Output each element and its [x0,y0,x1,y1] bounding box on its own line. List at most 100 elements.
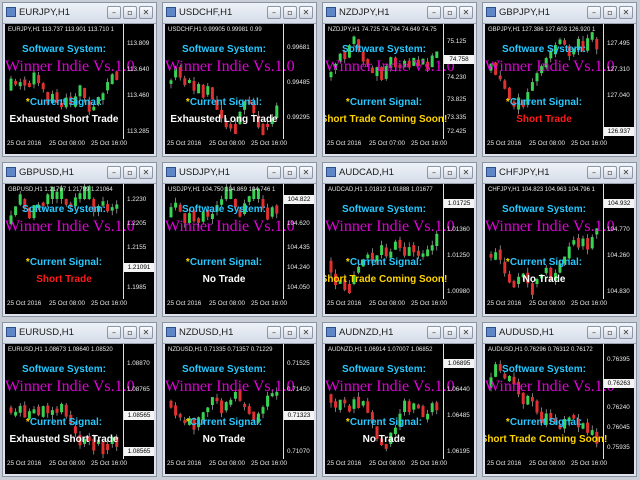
window-titlebar[interactable]: EURJPY,H1 – ▫ ✕ [3,3,156,24]
price-tick-label: 1.08765 [127,386,150,393]
restore-button[interactable]: ▫ [123,6,137,19]
restore-button[interactable]: ▫ [123,166,137,179]
minimize-button[interactable]: – [587,6,601,19]
restore-button[interactable]: ▫ [283,6,297,19]
window-titlebar[interactable]: AUDNZD,H1 – ▫ ✕ [323,323,476,344]
price-tick-label: 104.260 [607,252,630,259]
window-title: GBPJPY,H1 [499,7,551,18]
chart-window-usdjpy[interactable]: USDJPY,H1 – ▫ ✕ USDJPY,H1 104.750 104.869 10… [162,162,317,317]
current-price-tag: 104.932 [604,199,634,208]
time-label: 25 Oct 2016 [7,140,42,147]
minimize-button[interactable]: – [107,166,121,179]
price-chart[interactable]: GBPJPY,H1 127.386 127.603 126.920 1 Softw… [485,24,634,154]
price-chart[interactable]: GBPUSD,H1 1.21797 1.21799 1.21064 Softwar… [5,184,154,314]
price-chart[interactable]: EURUSD,H1 1.08673 1.08640 1.08520 Softwar… [5,344,154,474]
price-chart[interactable]: AUDNZD,H1 1.06914 1.07007 1.06852 Softwar… [325,344,474,474]
price-chart[interactable]: NZDUSD,H1 0.71335 0.71357 0.71229 Softwar… [165,344,314,474]
ohlc-info: GBPUSD,H1 1.21797 1.21799 1.21064 [8,187,113,193]
minimize-button[interactable]: – [427,6,441,19]
close-button[interactable]: ✕ [459,6,473,19]
window-titlebar[interactable]: USDCHF,H1 – ▫ ✕ [163,3,316,24]
price-tick-label: 1.08870 [127,360,150,367]
window-titlebar[interactable]: CHFJPY,H1 – ▫ ✕ [483,163,636,184]
chart-window-gbpusd[interactable]: GBPUSD,H1 – ▫ ✕ GBPUSD,H1 1.21797 1.21799 1.… [2,162,157,317]
close-button[interactable]: ✕ [139,166,153,179]
price-chart[interactable]: CHFJPY,H1 104.823 104.963 104.796 1 Softw… [485,184,634,314]
candle-bullish [526,395,530,405]
current-signal-label: *Current Signal: [485,257,603,268]
window-titlebar[interactable]: AUDCAD,H1 – ▫ ✕ [323,163,476,184]
price-chart[interactable]: AUDUSD,H1 0.76296 0.76312 0.76172 Softwar… [485,344,634,474]
window-titlebar[interactable]: NZDUSD,H1 – ▫ ✕ [163,323,316,344]
software-system-label: Software System: [182,204,266,215]
time-label: 25 Oct 16:00 [411,460,448,467]
window-title: EURJPY,H1 [19,7,71,18]
ohlc-info: NZDJPY,H1 74.725 74.794 74.649 74.75 [328,27,437,33]
chart-window-eurjpy[interactable]: EURJPY,H1 – ▫ ✕ EURJPY,H1 113.737 113.901 11… [2,2,157,157]
close-button[interactable]: ✕ [139,6,153,19]
window-titlebar[interactable]: EURUSD,H1 – ▫ ✕ [3,323,156,344]
close-button[interactable]: ✕ [619,6,633,19]
chart-window-eurusd[interactable]: EURUSD,H1 – ▫ ✕ EURUSD,H1 1.08673 1.08640 1.… [2,322,157,477]
close-button[interactable]: ✕ [619,166,633,179]
minimize-button[interactable]: – [107,6,121,19]
chart-window-icon [486,167,496,177]
price-chart[interactable]: USDJPY,H1 104.750 104.869 104.746 1 Softw… [165,184,314,314]
minimize-button[interactable]: – [587,166,601,179]
close-button[interactable]: ✕ [619,326,633,339]
chart-window-audcad[interactable]: AUDCAD,H1 – ▫ ✕ AUDCAD,H1 1.01812 1.01888 1.… [322,162,477,317]
window-titlebar[interactable]: GBPUSD,H1 – ▫ ✕ [3,163,156,184]
chart-window-usdchf[interactable]: USDCHF,H1 – ▫ ✕ USDCHF,H1 0.99905 0.99981 0.… [162,2,317,157]
close-button[interactable]: ✕ [299,326,313,339]
price-tick-label: 0.99295 [287,114,310,121]
current-signal-label: *Current Signal: [325,97,443,108]
restore-button[interactable]: ▫ [443,326,457,339]
minimize-button[interactable]: – [427,166,441,179]
restore-button[interactable]: ▫ [603,6,617,19]
minimize-button[interactable]: – [427,326,441,339]
window-titlebar[interactable]: AUDUSD,H1 – ▫ ✕ [483,323,636,344]
chart-window-nzdjpy[interactable]: NZDJPY,H1 – ▫ ✕ NZDJPY,H1 74.725 74.794 74.6… [322,2,477,157]
price-chart[interactable]: NZDJPY,H1 74.725 74.794 74.649 74.75 Soft… [325,24,474,154]
minimize-button[interactable]: – [107,326,121,339]
close-button[interactable]: ✕ [139,326,153,339]
minimize-button[interactable]: – [267,166,281,179]
chart-window-gbpjpy[interactable]: GBPJPY,H1 – ▫ ✕ GBPJPY,H1 127.386 127.603 12… [482,2,637,157]
restore-button[interactable]: ▫ [603,326,617,339]
minimize-button[interactable]: – [267,6,281,19]
close-button[interactable]: ✕ [299,166,313,179]
restore-button[interactable]: ▫ [283,166,297,179]
chart-window-audnzd[interactable]: AUDNZD,H1 – ▫ ✕ AUDNZD,H1 1.06914 1.07007 1.… [322,322,477,477]
ohlc-info: USDCHF,H1 0.99905 0.99981 0.99 [168,27,262,33]
candle-bearish [233,124,237,134]
minimize-button[interactable]: – [267,326,281,339]
price-chart[interactable]: EURJPY,H1 113.737 113.901 113.710 1 Softw… [5,24,154,154]
close-button[interactable]: ✕ [459,166,473,179]
restore-button[interactable]: ▫ [283,326,297,339]
candle-bearish [435,402,439,411]
close-button[interactable]: ✕ [299,6,313,19]
price-chart[interactable]: USDCHF,H1 0.99905 0.99981 0.99 Software S… [165,24,314,154]
ohlc-info: CHFJPY,H1 104.823 104.963 104.796 1 [488,187,595,193]
price-chart[interactable]: AUDCAD,H1 1.01812 1.01888 1.01677 Softwar… [325,184,474,314]
minimize-button[interactable]: – [587,326,601,339]
chart-window-nzdusd[interactable]: NZDUSD,H1 – ▫ ✕ NZDUSD,H1 0.71335 0.71357 0.… [162,322,317,477]
chart-window-chfjpy[interactable]: CHFJPY,H1 – ▫ ✕ CHFJPY,H1 104.823 104.963 10… [482,162,637,317]
restore-button[interactable]: ▫ [443,166,457,179]
window-title: CHFJPY,H1 [499,167,550,178]
candle-bullish [352,36,356,44]
time-label: 25 Oct 16:00 [91,140,128,147]
close-button[interactable]: ✕ [459,326,473,339]
software-system-label: Software System: [22,364,106,375]
candle-bullish [261,407,265,414]
window-titlebar[interactable]: NZDJPY,H1 – ▫ ✕ [323,3,476,24]
window-title: AUDNZD,H1 [339,327,394,338]
chart-window-audusd[interactable]: AUDUSD,H1 – ▫ ✕ AUDUSD,H1 0.76296 0.76312 0.… [482,322,637,477]
restore-button[interactable]: ▫ [123,326,137,339]
restore-button[interactable]: ▫ [603,166,617,179]
window-titlebar[interactable]: GBPJPY,H1 – ▫ ✕ [483,3,636,24]
window-titlebar[interactable]: USDJPY,H1 – ▫ ✕ [163,163,316,184]
current-price-tag: 1.08565 [124,411,154,420]
window-title: AUDUSD,H1 [499,327,554,338]
restore-button[interactable]: ▫ [443,6,457,19]
